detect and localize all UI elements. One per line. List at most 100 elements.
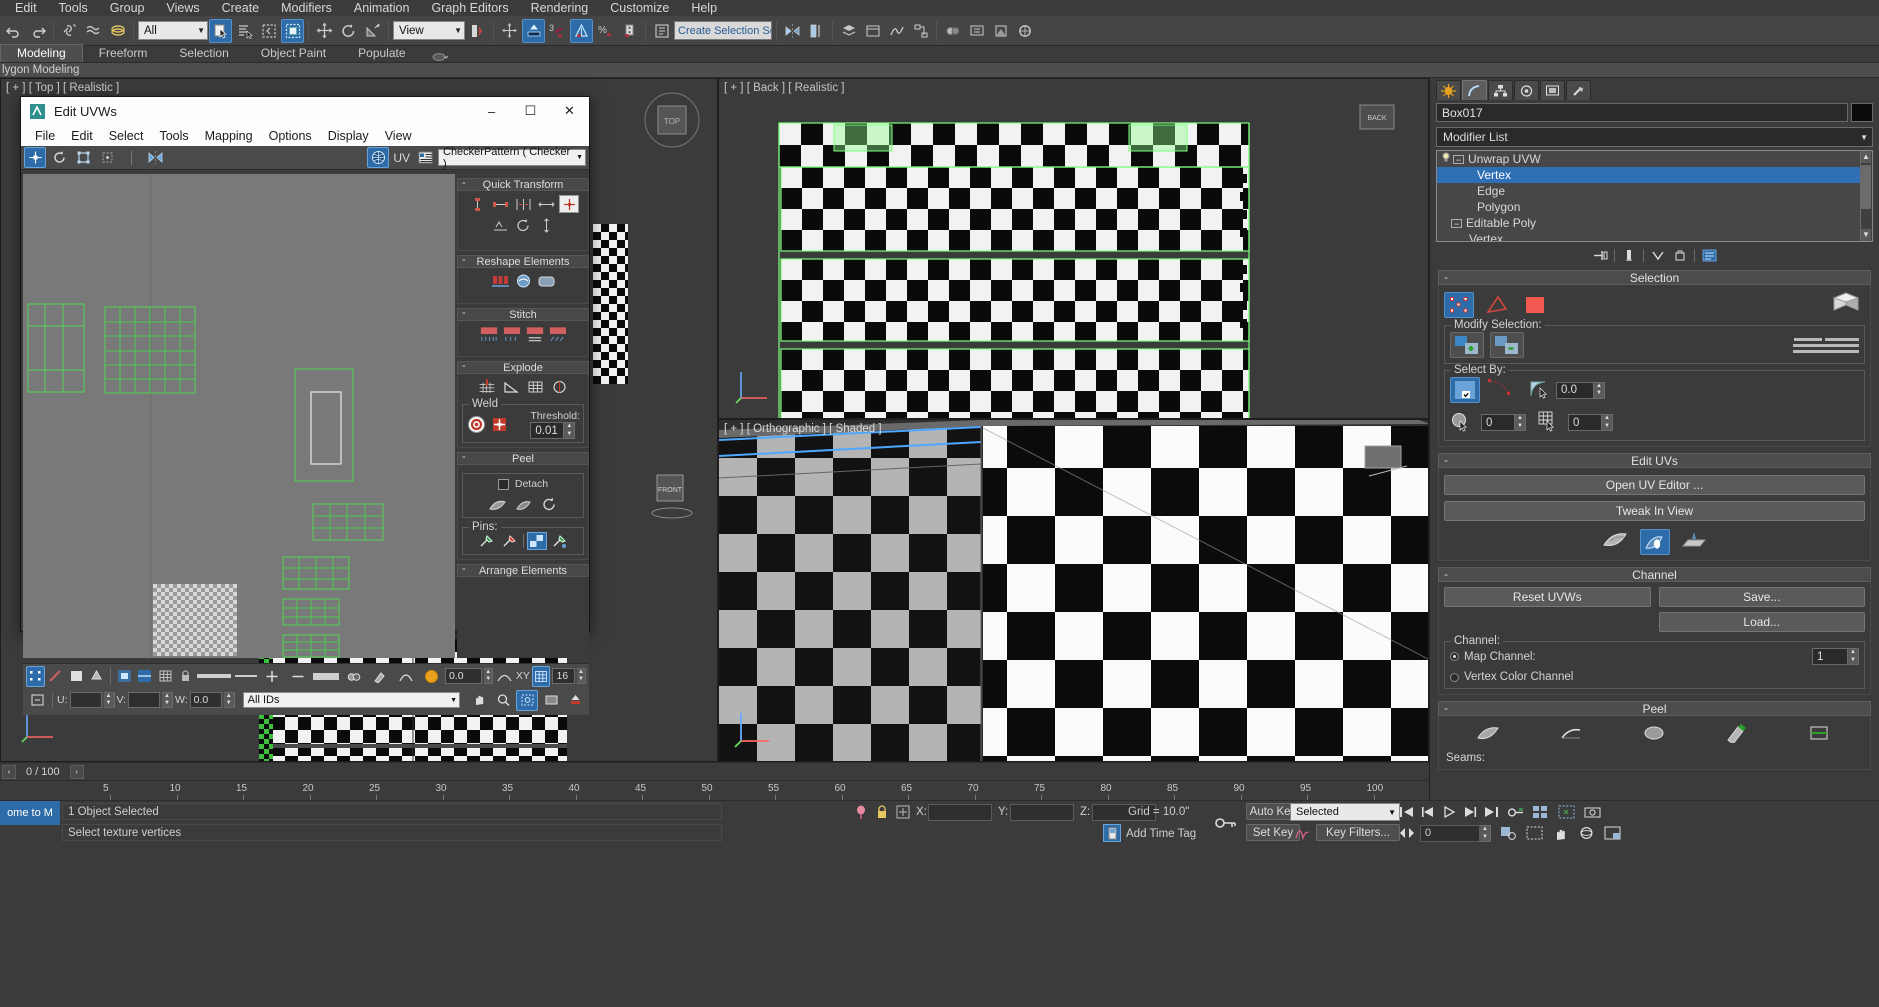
vertex-color-channel-radio[interactable]: Vertex Color Channel (1450, 671, 1859, 683)
stack-row-unwrap-uvw[interactable]: − Unwrap UVW (1437, 151, 1872, 167)
vertex-subobject-icon[interactable] (26, 665, 45, 687)
named-selection-set-input[interactable]: Create Selection Se (674, 21, 772, 40)
edit-uvws-dialog[interactable]: Edit UVWs – ☐ ✕ File Edit Select Tools M… (20, 96, 590, 715)
viewport-orthographic-label[interactable]: [ + ] [ Orthographic ] [ Shaded ] (724, 423, 882, 435)
collapse-icon[interactable]: - (1444, 701, 1448, 715)
material-id-combo[interactable]: All IDs ▼ (242, 692, 460, 708)
select-by-name-icon[interactable] (233, 19, 256, 43)
render-frame-window-icon[interactable] (989, 19, 1012, 43)
previous-frame-icon[interactable] (1419, 804, 1437, 820)
collapse-icon[interactable]: - (1444, 453, 1448, 467)
maximize-viewport-icon[interactable] (1602, 825, 1622, 841)
map-channel-radio[interactable]: Map Channel: (1450, 651, 1536, 663)
peel-mode-icon[interactable] (513, 495, 533, 513)
snap-toggle-uvw-icon[interactable] (564, 690, 586, 711)
filter-selected-faces-icon[interactable] (115, 666, 134, 687)
selection-lock-pin-icon[interactable] (853, 804, 869, 820)
menu-item-customize[interactable]: Customize (599, 0, 680, 16)
angle-input[interactable] (1556, 381, 1594, 399)
map-channel-input[interactable] (1812, 648, 1848, 665)
explode-by-angle-icon[interactable] (501, 378, 521, 396)
viewport-back-label[interactable]: [ + ] [ Back ] [ Realistic ] (724, 82, 844, 94)
straighten-icon[interactable] (490, 272, 510, 290)
select-by-dotted-icon[interactable] (1487, 378, 1517, 403)
grid-snap-icon[interactable] (156, 666, 175, 687)
menu-item-create[interactable]: Create (211, 0, 271, 16)
stitch-to-target-icon[interactable] (525, 325, 545, 343)
open-uv-editor-button[interactable]: Open UV Editor ... (1444, 475, 1865, 495)
zoom-region-icon[interactable] (261, 666, 283, 687)
smoothing-group-spin-buttons[interactable]: ▲ ▼ (1602, 414, 1613, 431)
select-region-icon[interactable] (1556, 804, 1576, 820)
snap-toggle-icon[interactable] (522, 18, 545, 43)
map-channel-spinner[interactable]: ▲▼ (1812, 648, 1859, 665)
element-subobject-icon[interactable] (88, 666, 107, 687)
undo-icon[interactable] (2, 19, 25, 43)
smoothing-group-spinner[interactable]: ▲▼ (1568, 414, 1613, 431)
viewport-back[interactable]: [ + ] [ Back ] [ Realistic ] BACK (718, 78, 1429, 419)
percent-snap-toggle-icon[interactable]: % (594, 19, 617, 43)
color-swatch-icon[interactable] (421, 666, 443, 687)
peel-mode-panel-icon[interactable] (1602, 528, 1630, 555)
peel-edit-seams-icon[interactable] (1807, 723, 1833, 746)
show-map-toggle-icon[interactable] (367, 147, 390, 168)
map-list-icon[interactable] (414, 147, 436, 168)
selection-filter-combo[interactable]: All ▼ (138, 21, 208, 40)
rotate-90-icon[interactable] (513, 216, 533, 234)
move-selected-subobject-icon[interactable] (24, 147, 46, 168)
unpin-icon[interactable] (500, 532, 520, 550)
lock-selected-icon[interactable] (176, 666, 195, 687)
falloff-spin-buttons[interactable]: ▲ ▼ (484, 668, 494, 684)
peel-seam-paint-icon[interactable] (1724, 723, 1750, 746)
render-setup-icon[interactable] (965, 19, 988, 43)
select-by-angle-icon[interactable] (1528, 378, 1552, 403)
scene-explorer-icon[interactable] (861, 19, 884, 43)
modifier-stack-scrollbar[interactable]: ▲ ▼ (1860, 151, 1872, 241)
u-value-field[interactable] (69, 692, 102, 708)
edit-named-selection-sets-icon[interactable] (650, 19, 673, 43)
target-weld-icon[interactable] (489, 416, 509, 434)
angle-snap-toggle-icon[interactable]: 3 (546, 19, 569, 43)
freeform-mode-icon[interactable] (96, 147, 118, 168)
modify-tab[interactable] (1462, 80, 1487, 100)
rectangular-selection-region-icon[interactable] (257, 19, 280, 43)
collapse-icon[interactable]: - (1444, 567, 1448, 581)
pan-icon[interactable] (287, 666, 309, 687)
schematic-view-icon[interactable] (909, 19, 932, 43)
align-horizontal-icon[interactable] (490, 195, 510, 213)
tweak-in-view-toggle-icon[interactable] (1639, 528, 1670, 555)
rollout-header-arrange-elements[interactable]: - Arrange Elements (457, 563, 589, 577)
threshold-input[interactable] (530, 422, 565, 439)
rollout-header-peel[interactable]: - Peel (457, 451, 589, 465)
collapse-icon[interactable]: - (462, 307, 466, 319)
stitch-custom-icon[interactable] (502, 325, 522, 343)
layer-manager-icon[interactable] (837, 19, 860, 43)
break-icon[interactable] (477, 378, 497, 396)
maximize-icon[interactable]: ☐ (511, 97, 550, 125)
hierarchy-tab[interactable] (1488, 80, 1513, 100)
stack-row-unwrap-edge[interactable]: Edge (1437, 183, 1872, 199)
frame-spin-buttons[interactable]: ▲ ▼ (1480, 825, 1491, 842)
paint-select-icon[interactable] (369, 666, 391, 687)
timeline-ruler[interactable]: 5 10 15 20 25 30 35 40 45 50 55 60 65 70 75 80 85 90 95 100 (0, 780, 1429, 801)
scale-selected-subobject-icon[interactable] (72, 147, 94, 168)
grid-visible-icon[interactable] (531, 665, 551, 687)
explode-by-material-id-icon[interactable] (525, 378, 545, 396)
spinner-snap-toggle-icon[interactable] (570, 18, 593, 43)
make-unique-icon[interactable] (1650, 247, 1666, 263)
smoothing-group-input[interactable] (1568, 414, 1602, 431)
key-mode-toggle-icon[interactable] (1505, 804, 1525, 820)
redo-icon[interactable] (26, 19, 49, 43)
tweak-in-view-button[interactable]: Tweak In View (1444, 501, 1865, 521)
collapse-icon[interactable]: - (462, 360, 466, 372)
edge-selection-icon[interactable] (1482, 292, 1512, 318)
grow-selection-icon[interactable] (1450, 332, 1484, 358)
zoom-region-toggle-icon[interactable] (516, 689, 538, 711)
select-by-material-id-icon[interactable] (1450, 410, 1474, 435)
show-end-result-icon[interactable] (1621, 247, 1637, 263)
region-zoom-icon[interactable] (1524, 825, 1544, 841)
filter-pins-icon[interactable] (526, 532, 547, 550)
render-uv-template-icon[interactable] (536, 272, 556, 290)
zoom-extents-icon[interactable] (540, 690, 562, 711)
falloff-value-field[interactable]: 0.0 (444, 668, 483, 684)
